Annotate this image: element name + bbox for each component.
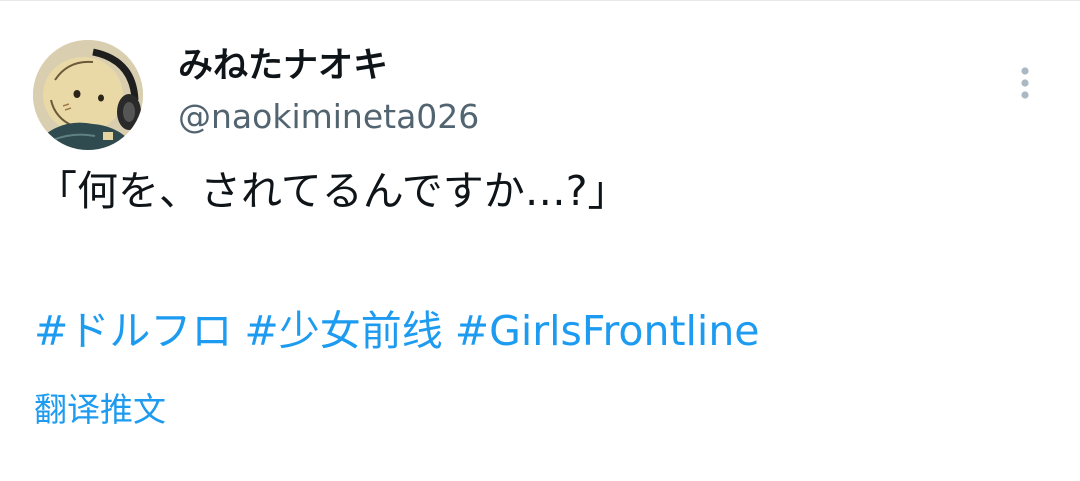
avatar-character-icon: [33, 40, 143, 150]
hashtag-link[interactable]: #少女前线: [244, 307, 442, 355]
hashtag-list: #ドルフロ #少女前线 #GirlsFrontline: [34, 303, 772, 359]
more-vertical-icon: [1021, 67, 1029, 99]
display-name[interactable]: みねたナオキ: [178, 42, 388, 90]
more-options-button[interactable]: [1006, 60, 1044, 106]
hashtag-link[interactable]: #GirlsFrontline: [455, 307, 760, 355]
tweet-text: 「何を、されてるんですか…?」: [36, 167, 629, 215]
translate-tweet-link[interactable]: 翻译推文: [34, 388, 166, 432]
top-divider: [0, 0, 1080, 1]
hashtag-link[interactable]: #ドルフロ: [34, 307, 232, 355]
user-handle[interactable]: @naokimineta026: [178, 94, 479, 140]
avatar[interactable]: [33, 40, 143, 150]
